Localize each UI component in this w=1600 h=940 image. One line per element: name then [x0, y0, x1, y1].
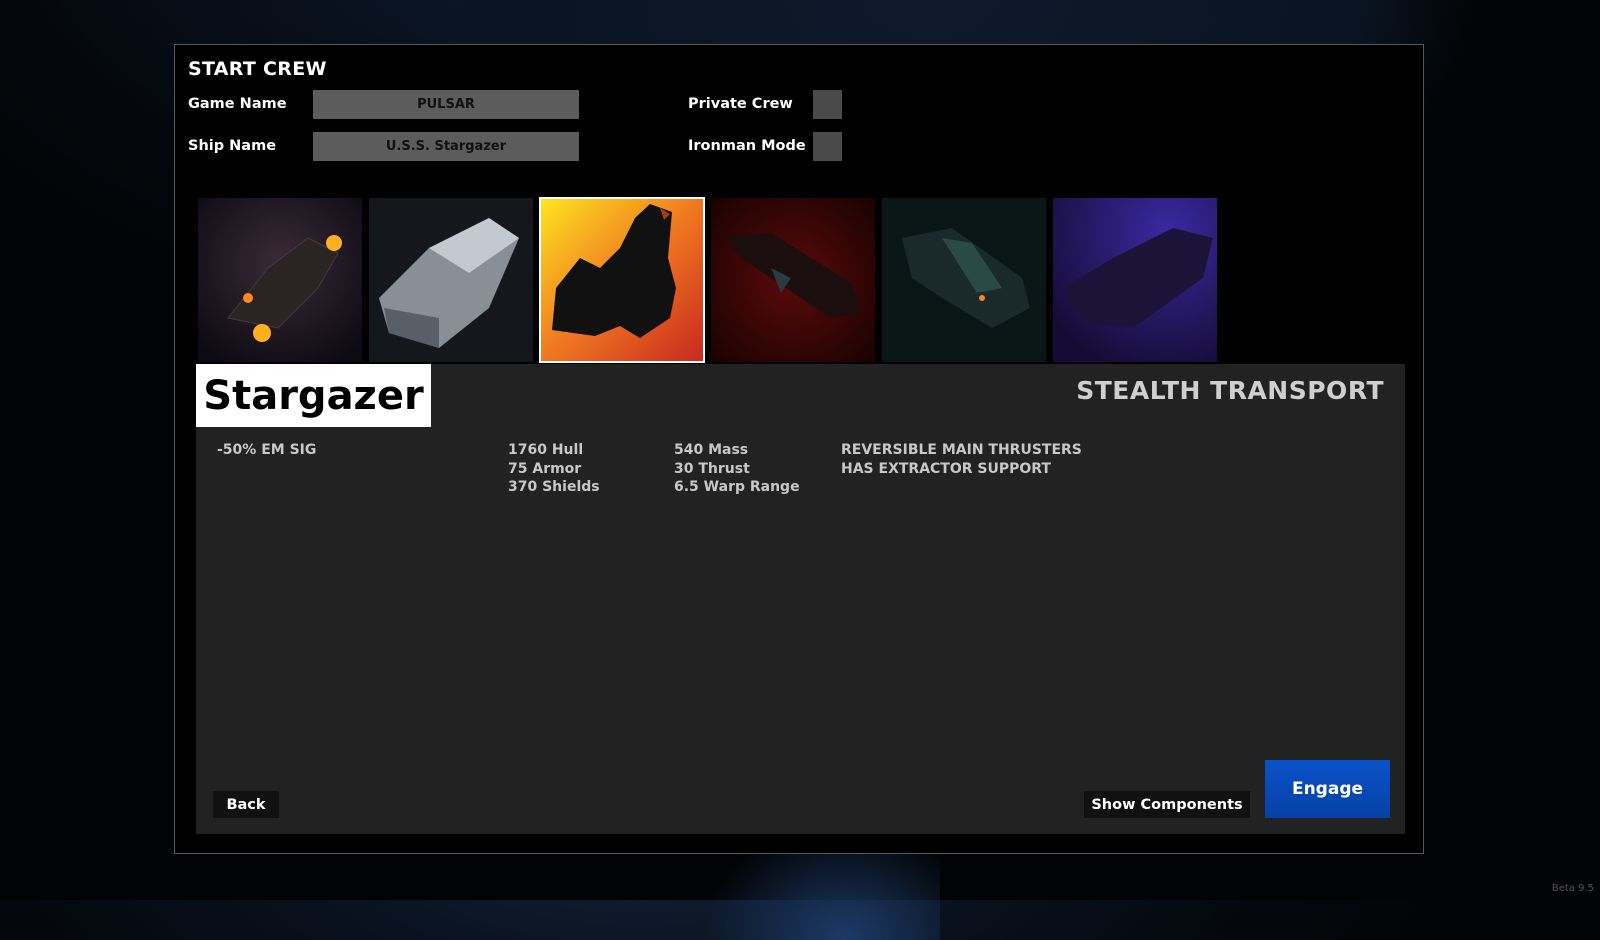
- version-label: Beta 9.5: [1551, 883, 1594, 894]
- ship-traits: -50% EM SIG: [217, 441, 316, 460]
- show-components-button[interactable]: Show Components: [1084, 791, 1250, 818]
- ship-thumb-2[interactable]: [369, 198, 533, 362]
- feature-line: REVERSIBLE MAIN THRUSTERS: [841, 442, 1082, 458]
- ship-features: REVERSIBLE MAIN THRUSTERS HAS EXTRACTOR …: [841, 441, 1082, 478]
- ship-defense-stats: 1760 Hull 75 Armor 370 Shields: [508, 441, 600, 497]
- ship-thumb-3-selected[interactable]: [539, 197, 705, 363]
- ship-name-heading: Stargazer: [196, 364, 431, 427]
- screen-title: START CREW: [188, 58, 327, 80]
- stat-shields: 370 Shields: [508, 479, 600, 495]
- private-crew-label: Private Crew: [688, 96, 793, 112]
- ship-movement-stats: 540 Mass 30 Thrust 6.5 Warp Range: [674, 441, 800, 497]
- private-crew-checkbox[interactable]: [813, 90, 842, 119]
- ship-thumb-4[interactable]: [711, 198, 875, 362]
- stat-mass: 540 Mass: [674, 442, 749, 458]
- ship-thumb-5[interactable]: [882, 198, 1046, 362]
- ship-thumb-1[interactable]: [198, 198, 362, 362]
- back-button[interactable]: Back: [213, 791, 279, 818]
- ship-type: STEALTH TRANSPORT: [1076, 376, 1384, 405]
- ship-name-label: Ship Name: [188, 138, 277, 154]
- stat-hull: 1760 Hull: [508, 442, 584, 458]
- ship-thumb-6[interactable]: [1053, 198, 1217, 362]
- stat-armor: 75 Armor: [508, 460, 582, 477]
- ship-name-field[interactable]: U.S.S. Stargazer: [313, 132, 579, 161]
- trait-line: -50% EM SIG: [217, 442, 317, 458]
- ship-info-panel: Stargazer STEALTH TRANSPORT -50% EM SIG …: [196, 364, 1405, 834]
- stat-thrust: 30 Thrust: [674, 460, 750, 477]
- feature-line: HAS EXTRACTOR SUPPORT: [841, 460, 1051, 477]
- start-crew-panel: START CREW Game Name PULSAR Ship Name U.…: [174, 44, 1424, 854]
- ironman-mode-label: Ironman Mode: [688, 138, 806, 154]
- ironman-mode-checkbox[interactable]: [813, 132, 842, 161]
- game-name-label: Game Name: [188, 96, 287, 112]
- stat-warp-range: 6.5 Warp Range: [674, 479, 800, 495]
- engage-button[interactable]: Engage: [1265, 760, 1390, 818]
- game-name-field[interactable]: PULSAR: [313, 90, 579, 119]
